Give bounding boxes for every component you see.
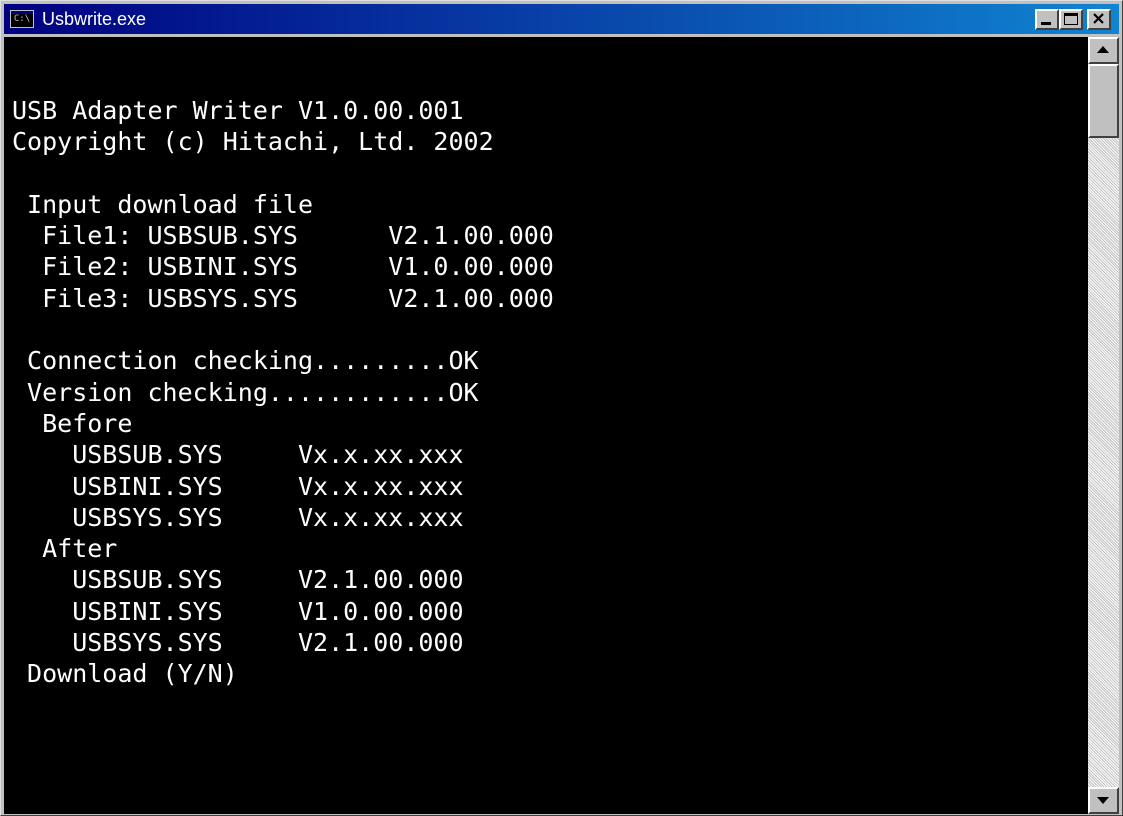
scroll-down-icon xyxy=(1097,797,1109,804)
console-line: Connection checking.........OK xyxy=(12,346,479,376)
close-button[interactable] xyxy=(1087,9,1111,30)
close-icon xyxy=(1093,13,1104,24)
window-title: Usbwrite.exe xyxy=(42,9,147,29)
console-window: C:\ Usbwrite.exe USB Adapter Writer V1.0… xyxy=(0,0,1123,816)
console-line: File3: USBSYS.SYS V2.1.00.000 xyxy=(12,283,554,313)
console-text: USB Adapter Writer V1.0.00.001 Copyright … xyxy=(12,95,554,690)
scroll-up-button[interactable] xyxy=(1088,37,1119,64)
console-line: Before xyxy=(12,408,133,438)
console-line: Version checking............OK xyxy=(12,377,479,407)
title-bar[interactable]: C:\ Usbwrite.exe xyxy=(4,4,1119,34)
console-line: USBINI.SYS Vx.x.xx.xxx xyxy=(12,471,464,501)
console-line: USBSUB.SYS Vx.x.xx.xxx xyxy=(12,440,464,470)
console-line: USBINI.SYS V1.0.00.000 xyxy=(12,596,464,626)
console-line: USBSUB.SYS V2.1.00.000 xyxy=(12,565,464,595)
maximize-button[interactable] xyxy=(1059,9,1083,30)
minimize-button[interactable] xyxy=(1035,9,1059,30)
console-line: USBSYS.SYS V2.1.00.000 xyxy=(12,628,464,658)
console-line: Input download file xyxy=(12,189,314,219)
console-line: File1: USBSUB.SYS V2.1.00.000 xyxy=(12,221,554,251)
scroll-down-button[interactable] xyxy=(1088,787,1119,814)
console-app-icon[interactable]: C:\ xyxy=(10,10,34,28)
console-prompt-line: Download (Y/N) xyxy=(12,659,238,689)
console-output-area[interactable]: USB Adapter Writer V1.0.00.001 Copyright … xyxy=(4,37,1088,814)
console-line: File2: USBINI.SYS V1.0.00.000 xyxy=(12,252,554,282)
scroll-up-icon xyxy=(1097,46,1109,53)
console-line: Copyright (c) Hitachi, Ltd. 2002 xyxy=(12,127,494,157)
minimize-icon xyxy=(1041,22,1051,25)
console-line: After xyxy=(12,534,118,564)
maximize-icon xyxy=(1064,13,1078,25)
console-line: USBSYS.SYS Vx.x.xx.xxx xyxy=(12,502,464,532)
console-line: USB Adapter Writer V1.0.00.001 xyxy=(12,96,464,125)
vertical-scrollbar[interactable] xyxy=(1088,37,1119,814)
scroll-thumb[interactable] xyxy=(1088,64,1119,138)
